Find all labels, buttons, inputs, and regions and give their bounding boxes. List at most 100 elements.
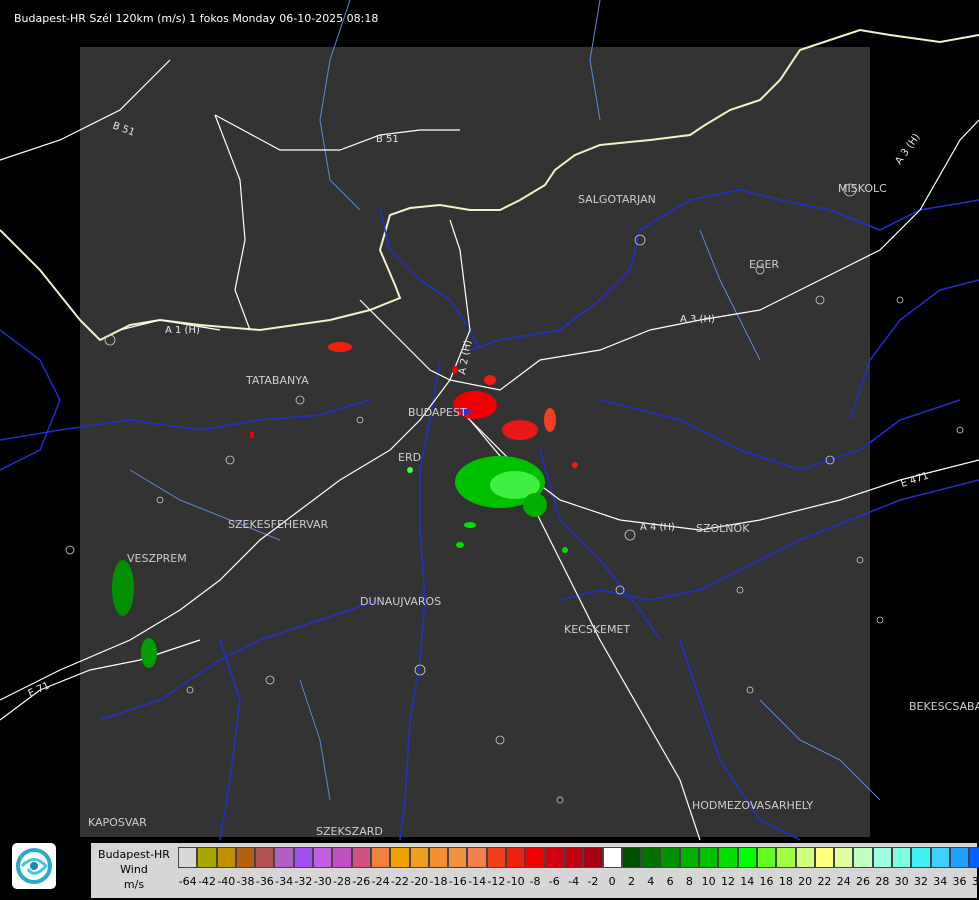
legend-tick-label: -28 (333, 875, 351, 888)
legend-tick-label: 34 (933, 875, 948, 888)
legend-swatch (390, 847, 410, 868)
legend-swatch (660, 847, 680, 868)
legend-ticks: -64 -42 -40 -38 -36 -34 -32 -30 -28 -26 -24 -22 -20-… (178, 875, 979, 888)
legend-swatch (332, 847, 352, 868)
legend-swatch (891, 847, 912, 868)
legend-title: Budapest-HR Wind m/s (91, 847, 177, 892)
legend-swatch (641, 847, 661, 868)
legend-swatch (872, 847, 892, 868)
legend-swatch (486, 847, 507, 868)
city-label: VESZPREM (127, 552, 187, 565)
city-label: DUNAUJVAROS (360, 595, 441, 608)
legend-swatch (216, 847, 236, 868)
legend-tick-label: -20 (410, 875, 429, 888)
legend-swatch (602, 847, 622, 868)
legend-swatch (930, 847, 950, 868)
legend-swatch (467, 847, 487, 868)
road-label: B 51 (376, 134, 399, 145)
city-label: ERD (398, 451, 421, 464)
legend-tick-label: -4 (568, 875, 580, 888)
city-label: MISKOLC (838, 182, 887, 195)
legend-tick-label: 28 (875, 875, 890, 888)
legend-tick-label: -40 (217, 875, 236, 888)
legend-site: Budapest-HR (98, 848, 170, 861)
legend-tick-label: -16 (448, 875, 467, 888)
legend-swatch (737, 847, 757, 868)
legend-swatch (621, 847, 642, 868)
legend-tick-label: 24 (836, 875, 851, 888)
legend-swatch (718, 847, 738, 868)
legend-swatch (293, 847, 314, 868)
legend-swatch (428, 847, 449, 868)
legend-swatch (544, 847, 564, 868)
legend-tick-label: 12 (720, 875, 735, 888)
legend-tick-label: 16 (759, 875, 774, 888)
legend-swatch (235, 847, 256, 868)
legend-swatch (679, 847, 700, 868)
legend-tick-label: 26 (856, 875, 871, 888)
legend-tick-label: 0 (608, 875, 616, 888)
legend-swatch (834, 847, 854, 868)
legend-swatch (949, 847, 970, 868)
radar-map[interactable]: SALGOTARJAN MISKOLC EGER TATABANYA BUDAP… (0, 0, 979, 900)
road-label: A 3 (H) (680, 314, 715, 325)
legend-tick-label: 32 (913, 875, 928, 888)
wind-legend: Budapest-HR Wind m/s -64 -42 -40 -38 -36 -34-… (91, 843, 979, 898)
legend-swatch (969, 847, 979, 868)
legend-tick-label: -38 (236, 875, 255, 888)
legend-swatch (274, 847, 294, 868)
legend-tick-label: 38 (971, 875, 979, 888)
road-label: A 1 (H) (165, 325, 200, 336)
city-label: KECSKEMET (564, 623, 630, 636)
road-label: E 471 (900, 471, 931, 490)
legend-swatch (255, 847, 275, 868)
legend-tick-label: -18 (429, 875, 448, 888)
legend-tick-label: -24 (371, 875, 390, 888)
legend-tick-label: 6 (666, 875, 674, 888)
legend-swatch (756, 847, 777, 868)
legend-swatch (795, 847, 815, 868)
legend-tick-label: -10 (506, 875, 525, 888)
legend-swatch (853, 847, 873, 868)
legend-tick-label: 30 (894, 875, 909, 888)
legend-tick-label: -12 (487, 875, 506, 888)
legend-swatch (583, 847, 603, 868)
legend-tick-label: 8 (685, 875, 693, 888)
road-label: A 4 (H) (640, 522, 675, 533)
road-label: E 71 (27, 680, 52, 699)
city-label: TATABANYA (245, 374, 309, 387)
legend-swatches (178, 847, 979, 868)
legend-tick-label: 2 (627, 875, 635, 888)
legend-tick-label: -6 (548, 875, 560, 888)
legend-tick-label: 36 (952, 875, 967, 888)
legend-tick-label: -26 (352, 875, 371, 888)
legend-swatch (814, 847, 835, 868)
legend-tick-label: -22 (390, 875, 409, 888)
legend-tick-label: 10 (701, 875, 716, 888)
radar-coverage-area (80, 47, 870, 837)
legend-swatch (178, 847, 198, 868)
city-label: HODMEZOVASARHELY (692, 799, 813, 812)
legend-swatch (370, 847, 391, 868)
legend-tick-label: 22 (817, 875, 832, 888)
city-label: KAPOSVAR (88, 816, 147, 829)
legend-tick-label: 20 (798, 875, 813, 888)
legend-swatch (911, 847, 931, 868)
legend-tick-label: -36 (255, 875, 274, 888)
legend-swatch (351, 847, 371, 868)
legend-tick-label: -2 (587, 875, 599, 888)
legend-swatch (563, 847, 584, 868)
legend-tick-label: -30 (313, 875, 332, 888)
city-label: BEKESCSABA (909, 700, 979, 713)
legend-tick-label: -14 (468, 875, 487, 888)
legend-tick-label: -34 (275, 875, 294, 888)
city-label: EGER (749, 258, 779, 271)
road-label: A 3 (H) (893, 132, 922, 167)
legend-tick-label: -32 (294, 875, 313, 888)
legend-tick-label: 14 (740, 875, 755, 888)
legend-tick-label: -42 (197, 875, 216, 888)
legend-swatch (699, 847, 719, 868)
city-label: SZOLNOK (696, 522, 750, 535)
city-label: BUDAPEST (408, 406, 467, 419)
legend-swatch (506, 847, 526, 868)
